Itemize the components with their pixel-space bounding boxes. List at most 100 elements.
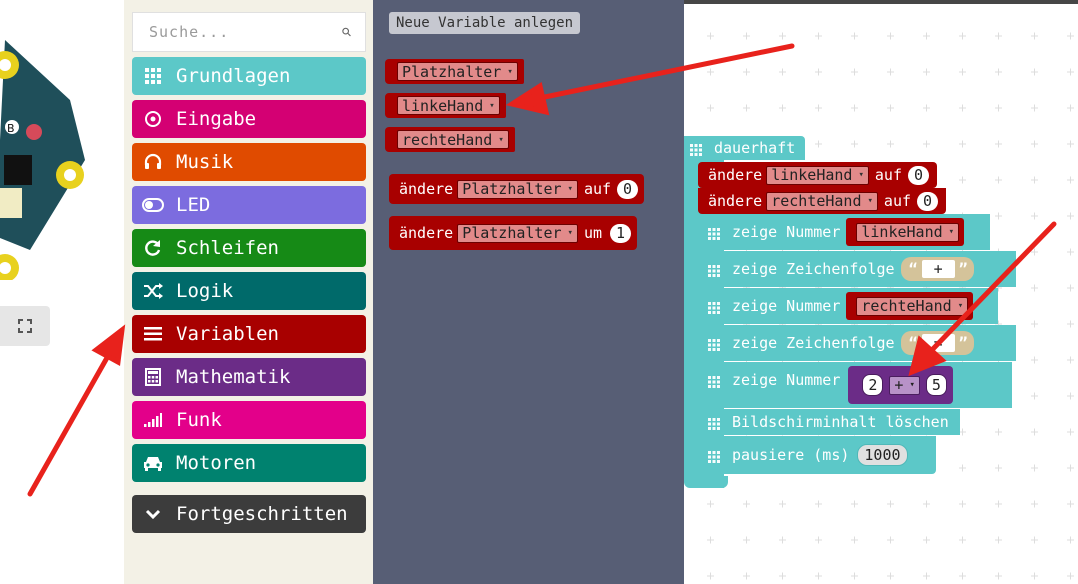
- number-input[interactable]: 1000: [857, 444, 908, 466]
- block-keyword: auf: [874, 166, 902, 184]
- variable-dropdown[interactable]: rechteHand ▾: [856, 296, 969, 316]
- search-input[interactable]: [147, 22, 342, 42]
- dropdown-arrow-icon: ▾: [909, 380, 915, 390]
- show-number-block[interactable]: zeige Nummer rechteHand ▾: [698, 288, 998, 324]
- category-led[interactable]: LED: [132, 186, 366, 224]
- category-grundlagen[interactable]: Grundlagen: [132, 57, 366, 95]
- new-variable-button[interactable]: Neue Variable anlegen: [389, 12, 581, 34]
- category-logik[interactable]: Logik: [132, 272, 366, 310]
- operator-dropdown[interactable]: + ▾: [889, 375, 920, 395]
- forever-block-header[interactable]: dauerhaft: [684, 136, 806, 160]
- grid-icon: [708, 416, 720, 430]
- string-input[interactable]: +: [921, 260, 955, 278]
- block-keyword: ändere: [399, 224, 454, 242]
- grid-icon: [708, 374, 720, 388]
- block-label: zeige Nummer: [732, 223, 841, 241]
- variable-name: Platzhalter: [402, 62, 502, 81]
- simulator-panel: B: [0, 0, 124, 584]
- category-label: Mathematik: [176, 366, 291, 388]
- variable-dropdown[interactable]: rechteHand ▾: [766, 191, 878, 211]
- show-string-block[interactable]: zeige Zeichenfolge “ + ”: [698, 251, 1016, 287]
- variable-block-platzhalter[interactable]: Platzhalter ▾: [385, 59, 524, 84]
- variable-dropdown[interactable]: linkeHand ▾: [397, 96, 500, 115]
- dropdown-arrow-icon: ▾: [948, 227, 955, 237]
- toolbox: Grundlagen Eingabe Musik LED Schleifen L…: [124, 0, 373, 584]
- string-reporter[interactable]: “ = ”: [900, 331, 974, 355]
- open-quote-icon: “: [908, 334, 918, 352]
- show-number-block[interactable]: zeige Nummer 2 + ▾ 5: [698, 362, 1012, 408]
- variable-reporter[interactable]: rechteHand ▾: [846, 292, 974, 320]
- search-icon[interactable]: [342, 24, 351, 40]
- set-variable-block[interactable]: ändere Platzhalter ▾ auf 0: [389, 174, 645, 204]
- close-quote-icon: ”: [958, 260, 968, 278]
- number-input[interactable]: 2: [862, 374, 884, 396]
- toggle-icon: [142, 194, 164, 216]
- forever-label: dauerhaft: [714, 139, 796, 157]
- number-input[interactable]: 0: [617, 179, 639, 199]
- category-fortgeschritten[interactable]: Fortgeschritten: [132, 495, 366, 533]
- pause-block[interactable]: pausiere (ms) 1000: [698, 436, 936, 474]
- category-mathematik[interactable]: Mathematik: [132, 358, 366, 396]
- category-variablen[interactable]: Variablen: [132, 315, 366, 353]
- variable-dropdown[interactable]: Platzhalter ▾: [397, 62, 518, 81]
- list-icon: [142, 323, 164, 345]
- category-musik[interactable]: Musik: [132, 143, 366, 181]
- blocks-flyout: Neue Variable anlegen Platzhalter ▾ linke…: [373, 0, 684, 584]
- variable-name: linkeHand: [771, 166, 853, 184]
- number-input[interactable]: 1: [610, 223, 632, 243]
- string-input[interactable]: =: [921, 334, 955, 352]
- dropdown-arrow-icon: ▾: [957, 301, 964, 311]
- show-number-block[interactable]: zeige Nummer linkeHand ▾: [698, 214, 990, 250]
- category-eingabe[interactable]: Eingabe: [132, 100, 366, 138]
- variable-reporter[interactable]: linkeHand ▾: [846, 218, 965, 246]
- number-input[interactable]: 0: [917, 191, 939, 211]
- clear-screen-block[interactable]: Bildschirminhalt löschen: [698, 409, 960, 435]
- workspace-top-border: [684, 0, 1078, 4]
- variable-dropdown[interactable]: Platzhalter ▾: [457, 223, 578, 243]
- refresh-icon: [142, 237, 164, 259]
- category-label: Funk: [176, 409, 222, 431]
- variable-dropdown[interactable]: linkeHand ▾: [766, 165, 869, 185]
- car-icon: [142, 452, 164, 474]
- dropdown-arrow-icon: ▾: [498, 134, 504, 145]
- category-schleifen[interactable]: Schleifen: [132, 229, 366, 267]
- dropdown-arrow-icon: ▾: [489, 100, 495, 111]
- show-string-block[interactable]: zeige Zeichenfolge “ = ”: [698, 325, 1016, 361]
- block-label: zeige Zeichenfolge: [732, 260, 895, 278]
- calliope-board-image[interactable]: B: [0, 20, 110, 280]
- category-label: Logik: [176, 280, 234, 302]
- variable-dropdown[interactable]: rechteHand ▾: [397, 130, 509, 149]
- math-operation-block[interactable]: 2 + ▾ 5: [848, 366, 953, 404]
- set-rechtehand-block[interactable]: ändere rechteHand ▾ auf 0: [698, 188, 947, 214]
- block-label: zeige Zeichenfolge: [732, 334, 895, 352]
- variable-dropdown[interactable]: linkeHand ▾: [856, 222, 960, 242]
- variable-name: rechteHand: [771, 192, 862, 210]
- shuffle-icon: [142, 280, 164, 302]
- block-keyword: ändere: [708, 166, 763, 184]
- change-variable-block[interactable]: ändere Platzhalter ▾ um 1: [389, 216, 638, 250]
- open-quote-icon: “: [908, 260, 918, 278]
- string-reporter[interactable]: “ + ”: [900, 257, 974, 281]
- category-label: Musik: [176, 151, 234, 173]
- dropdown-arrow-icon: ▾: [567, 184, 573, 194]
- fullscreen-button[interactable]: [0, 306, 50, 346]
- block-keyword: um: [583, 224, 603, 242]
- category-label: Fortgeschritten: [176, 503, 348, 525]
- number-input[interactable]: 0: [907, 165, 930, 185]
- number-input[interactable]: 5: [925, 374, 947, 396]
- calculator-icon: [142, 366, 164, 388]
- category-label: Grundlagen: [176, 65, 291, 87]
- category-funk[interactable]: Funk: [132, 401, 366, 439]
- set-linkehand-block[interactable]: ändere linkeHand ▾ auf 0: [698, 162, 938, 188]
- dropdown-arrow-icon: ▾: [867, 196, 873, 206]
- dropdown-arrow-icon: ▾: [567, 228, 573, 238]
- expand-icon: [18, 319, 32, 333]
- grid-icon: [142, 65, 164, 87]
- variable-block-linkehand[interactable]: linkeHand ▾: [385, 93, 506, 118]
- variable-block-rechtehand[interactable]: rechteHand ▾: [385, 127, 515, 152]
- variable-dropdown[interactable]: Platzhalter ▾: [457, 179, 578, 199]
- block-label: Bildschirminhalt löschen: [732, 413, 949, 431]
- grid-icon: [690, 142, 702, 156]
- block-keyword: ändere: [399, 180, 454, 198]
- category-motoren[interactable]: Motoren: [132, 444, 366, 482]
